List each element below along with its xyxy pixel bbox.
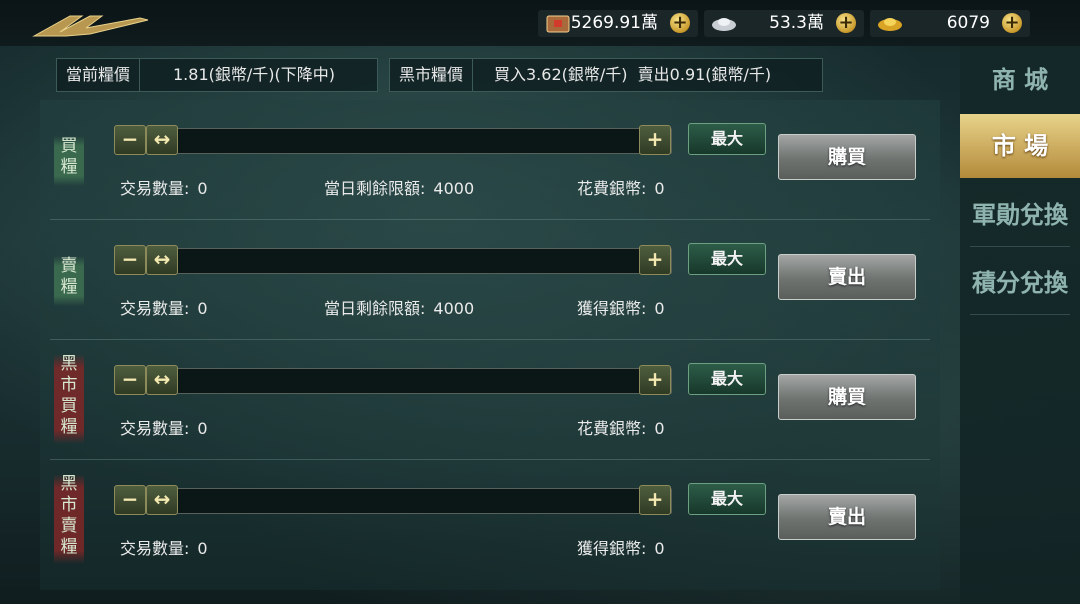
add-coins-button[interactable]: + — [670, 13, 690, 33]
black-market-price-box: 黑市糧價 買入3.62(銀幣/千) 賣出0.91(銀幣/千) — [389, 58, 823, 92]
silver-value: 53.3萬 — [769, 13, 824, 33]
current-price-value: 1.81(銀幣/千)(下降中) — [173, 65, 335, 84]
black-market-price-label: 黑市糧價 — [390, 59, 474, 91]
increase-button[interactable]: + — [639, 245, 671, 275]
row-tag: 買糧 — [54, 136, 84, 186]
current-price-box: 當前糧價 1.81(銀幣/千)(下降中) — [56, 58, 378, 92]
slider-handle[interactable]: ↔ — [146, 125, 178, 155]
right-nav: 商 城 市 場 軍勛兌換 積分兌換 — [960, 46, 1080, 604]
quantity-slider-track[interactable] — [115, 368, 672, 394]
add-silver-button[interactable]: + — [836, 13, 856, 33]
daily-remaining-limit: 當日剩餘限額: 4000 — [324, 299, 475, 318]
slider-handle[interactable]: ↔ — [146, 485, 178, 515]
row-tag: 賣糧 — [54, 256, 84, 306]
trade-row-black-market-sell: 黑市賣糧 − ↔ + 最大 賣出 交易數量: 0 獲得銀幣: 0 — [40, 460, 940, 580]
quantity-slider-track[interactable] — [115, 488, 672, 514]
silver-gained: 獲得銀幣: 0 — [577, 299, 665, 318]
quantity-slider-track[interactable] — [115, 128, 672, 154]
buy-button[interactable]: 購買 — [778, 374, 916, 420]
decrease-button[interactable]: − — [114, 365, 146, 395]
trade-quantity: 交易數量: 0 — [120, 539, 208, 558]
decrease-button[interactable]: − — [114, 125, 146, 155]
sell-button[interactable]: 賣出 — [778, 254, 916, 300]
silver-cost: 花費銀幣: 0 — [577, 419, 665, 438]
trade-row-sell-grain: 賣糧 − ↔ + 最大 賣出 交易數量: 0 當日剩餘限額: 4000 獲得銀幣: 0 — [40, 220, 940, 340]
coins-value: 5269.91萬 — [570, 13, 658, 33]
row-tag: 黑市賣糧 — [54, 474, 84, 564]
resource-coins: 5269.91萬 + — [538, 10, 698, 37]
game-logo-emblem — [32, 15, 149, 37]
silver-cost: 花費銀幣: 0 — [577, 179, 665, 198]
gold-value: 6079 — [946, 13, 990, 33]
resource-silver: 53.3萬 + — [704, 10, 864, 37]
decrease-button[interactable]: − — [114, 245, 146, 275]
nav-market[interactable]: 市 場 — [960, 114, 1080, 178]
silver-ingot-icon — [712, 18, 736, 31]
resource-gold: 6079 + — [870, 10, 1030, 37]
treasure-chest-icon — [546, 15, 570, 33]
gold-ingot-icon — [878, 18, 902, 31]
nav-points-exchange[interactable]: 積分兌換 — [960, 251, 1080, 315]
black-market-price-value: 買入3.62(銀幣/千) 賣出0.91(銀幣/千) — [494, 65, 772, 84]
quantity-slider-track[interactable] — [115, 248, 672, 274]
max-button[interactable]: 最大 — [688, 363, 766, 395]
trade-quantity: 交易數量: 0 — [120, 179, 208, 198]
increase-button[interactable]: + — [639, 125, 671, 155]
trade-row-black-market-buy: 黑市買糧 − ↔ + 最大 購買 交易數量: 0 花費銀幣: 0 — [40, 340, 940, 460]
daily-remaining-limit: 當日剩餘限額: 4000 — [324, 179, 475, 198]
max-button[interactable]: 最大 — [688, 243, 766, 275]
decrease-button[interactable]: − — [114, 485, 146, 515]
nav-shop[interactable]: 商 城 — [960, 48, 1080, 112]
current-price-label: 當前糧價 — [57, 59, 141, 91]
row-tag: 黑市買糧 — [54, 354, 84, 444]
buy-button[interactable]: 購買 — [778, 134, 916, 180]
top-bar: 5269.91萬 + 53.3萬 + 6079 + — [0, 0, 1080, 46]
silver-gained: 獲得銀幣: 0 — [577, 539, 665, 558]
increase-button[interactable]: + — [639, 365, 671, 395]
max-button[interactable]: 最大 — [688, 483, 766, 515]
max-button[interactable]: 最大 — [688, 123, 766, 155]
market-panel: 買糧 − ↔ + 最大 購買 交易數量: 0 當日剩餘限額: 4000 花費銀幣: 0… — [40, 100, 940, 590]
add-gold-button[interactable]: + — [1002, 13, 1022, 33]
trade-quantity: 交易數量: 0 — [120, 299, 208, 318]
trade-row-buy-grain: 買糧 − ↔ + 最大 購買 交易數量: 0 當日剩餘限額: 4000 花費銀幣: 0 — [40, 100, 940, 220]
sell-button[interactable]: 賣出 — [778, 494, 916, 540]
increase-button[interactable]: + — [639, 485, 671, 515]
slider-handle[interactable]: ↔ — [146, 245, 178, 275]
slider-handle[interactable]: ↔ — [146, 365, 178, 395]
nav-merit-exchange[interactable]: 軍勛兌換 — [960, 183, 1080, 247]
trade-quantity: 交易數量: 0 — [120, 419, 208, 438]
